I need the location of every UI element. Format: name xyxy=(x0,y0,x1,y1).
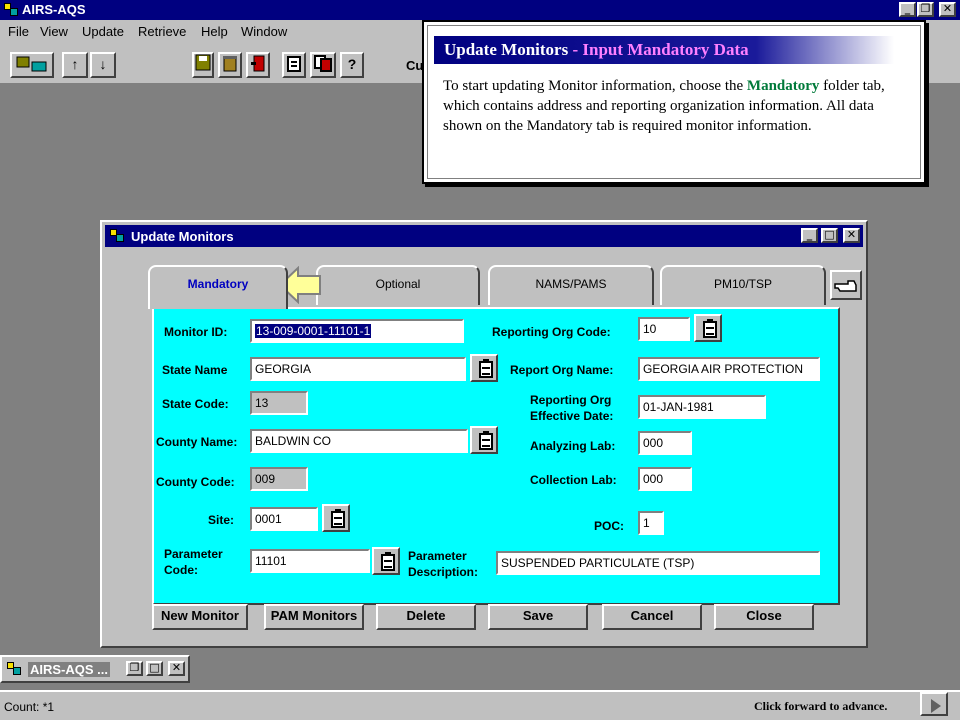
county-name-clipboard-icon[interactable] xyxy=(470,426,498,454)
toolbar-partial-text: Cu xyxy=(406,58,424,73)
state-code-field[interactable]: 13 xyxy=(250,391,308,415)
minimized-window-icon xyxy=(6,661,22,677)
menu-retrieve[interactable]: Retrieve xyxy=(138,24,186,39)
help-body: To start updating Monitor information, c… xyxy=(443,76,913,136)
tab-pm10-tsp[interactable]: PM10/TSP xyxy=(660,265,826,305)
state-name-clipboard-icon[interactable] xyxy=(470,354,498,382)
window-title-bar: Update Monitors _ □ ✕ xyxy=(105,225,863,247)
menu-update[interactable]: Update xyxy=(82,24,124,39)
save-icon[interactable] xyxy=(192,52,214,78)
minimized-close-button[interactable]: ✕ xyxy=(168,661,185,676)
tab-optional[interactable]: Optional xyxy=(316,265,480,305)
tab-mandatory[interactable]: Mandatory xyxy=(148,265,288,309)
app-title: AIRS-AQS xyxy=(22,2,86,17)
window-minimize-button[interactable]: _ xyxy=(801,228,818,243)
state-name-field[interactable]: GEORGIA xyxy=(250,357,466,381)
save-button[interactable]: Save xyxy=(488,604,588,630)
menu-help[interactable]: Help xyxy=(201,24,228,39)
reporting-org-effective-field[interactable]: 01-JAN-1981 xyxy=(638,395,766,419)
poc-label: POC: xyxy=(594,519,624,533)
delete-button[interactable]: Delete xyxy=(376,604,476,630)
monitor-id-label: Monitor ID: xyxy=(164,325,228,339)
window-maximize-button[interactable]: □ xyxy=(821,228,838,243)
help-body-highlight: Mandatory xyxy=(746,78,820,94)
minimized-window-title: AIRS-AQS ... xyxy=(28,662,111,677)
monitor-id-value: 13-009-0001-11101-1 xyxy=(255,324,372,338)
parameter-code-label-1: Parameter xyxy=(164,547,223,561)
tab-nams-pams[interactable]: NAMS/PAMS xyxy=(488,265,654,305)
window-icon xyxy=(109,228,125,244)
parameter-code-label-2: Code: xyxy=(164,563,198,577)
menu-view[interactable]: View xyxy=(40,24,68,39)
collection-lab-label: Collection Lab: xyxy=(530,473,617,487)
help-callout: Update Monitors - Input Mandatory Data T… xyxy=(422,20,926,184)
site-field[interactable]: 0001 xyxy=(250,507,318,531)
close-button[interactable]: ✕ xyxy=(939,2,956,17)
exit-icon[interactable] xyxy=(246,52,270,78)
clipboard-icon[interactable] xyxy=(282,52,306,78)
parameter-code-field[interactable]: 11101 xyxy=(250,549,370,573)
close-button-window[interactable]: Close xyxy=(714,604,814,630)
monitor-id-field[interactable]: 13-009-0001-11101-1 xyxy=(250,319,464,343)
connect-icon[interactable] xyxy=(10,52,54,78)
help-title-separator: - xyxy=(568,40,583,59)
help-body-pre: To start updating Monitor information, c… xyxy=(443,78,747,94)
report-org-name-field[interactable]: GEORGIA AIR PROTECTION xyxy=(638,357,820,381)
update-monitors-window: Update Monitors _ □ ✕ Mandatory Optional… xyxy=(100,220,868,648)
new-monitor-button[interactable]: New Monitor xyxy=(152,604,248,630)
analyzing-lab-field[interactable]: 000 xyxy=(638,431,692,455)
reporting-org-clipboard-icon[interactable] xyxy=(694,314,722,342)
parameter-description-label-2: Description: xyxy=(408,565,479,579)
forward-arrow-icon[interactable] xyxy=(920,692,948,716)
site-label: Site: xyxy=(208,513,235,527)
reporting-org-code-label: Reporting Org Code: xyxy=(492,325,611,339)
status-bar: Count: *1 Click forward to advance. xyxy=(0,690,960,720)
minimized-window[interactable]: AIRS-AQS ... ❐ □ ✕ xyxy=(0,655,190,683)
county-code-label: County Code: xyxy=(156,475,235,489)
help-title-sub: Input Mandatory Data xyxy=(582,40,749,59)
help-title-main: Update Monitors xyxy=(444,40,569,59)
minimize-button[interactable]: _ xyxy=(899,2,916,17)
parameter-description-field[interactable]: SUSPENDED PARTICULATE (TSP) xyxy=(496,551,820,575)
minimized-restore-button[interactable]: ❐ xyxy=(126,661,143,676)
window-title: Update Monitors xyxy=(131,229,234,244)
window-close-button[interactable]: ✕ xyxy=(843,228,860,243)
collection-lab-field[interactable]: 000 xyxy=(638,467,692,491)
next-record-button[interactable]: ↓ xyxy=(90,52,116,78)
help-pointer-button[interactable]: ? xyxy=(340,52,364,78)
county-name-field[interactable]: BALDWIN CO xyxy=(250,429,468,453)
mandatory-panel: Monitor ID: 13-009-0001-11101-1 State Na… xyxy=(152,307,840,605)
trash-icon[interactable] xyxy=(218,52,242,78)
poc-field[interactable]: 1 xyxy=(638,511,664,535)
county-name-label: County Name: xyxy=(156,435,238,449)
app-title-bar: AIRS-AQS _ ❐ ✕ xyxy=(0,0,960,20)
state-name-label: State Name xyxy=(162,363,228,377)
reporting-org-effective-label-2: Effective Date: xyxy=(530,409,614,423)
menu-file[interactable]: File xyxy=(8,24,29,39)
record-count: Count: *1 xyxy=(4,700,55,714)
parameter-description-label-1: Parameter xyxy=(408,549,467,563)
previous-record-button[interactable]: ↑ xyxy=(62,52,88,78)
county-code-field[interactable]: 009 xyxy=(250,467,308,491)
site-clipboard-icon[interactable] xyxy=(322,504,350,532)
pointing-hand-icon[interactable] xyxy=(830,270,862,300)
app-icon xyxy=(3,2,19,18)
help-title: Update Monitors - Input Mandatory Data xyxy=(434,36,894,64)
advance-instruction: Click forward to advance. xyxy=(754,699,888,713)
copy-icon[interactable] xyxy=(310,52,336,78)
minimized-maximize-button[interactable]: □ xyxy=(146,661,163,676)
state-code-label: State Code: xyxy=(162,397,229,411)
parameter-code-clipboard-icon[interactable] xyxy=(372,547,400,575)
menu-window[interactable]: Window xyxy=(241,24,287,39)
cancel-button[interactable]: Cancel xyxy=(602,604,702,630)
reporting-org-effective-label-1: Reporting Org xyxy=(530,393,612,407)
report-org-name-label: Report Org Name: xyxy=(510,363,614,377)
pam-monitors-button[interactable]: PAM Monitors xyxy=(264,604,364,630)
reporting-org-code-field[interactable]: 10 xyxy=(638,317,690,341)
analyzing-lab-label: Analyzing Lab: xyxy=(530,439,616,453)
restore-button[interactable]: ❐ xyxy=(917,2,934,17)
